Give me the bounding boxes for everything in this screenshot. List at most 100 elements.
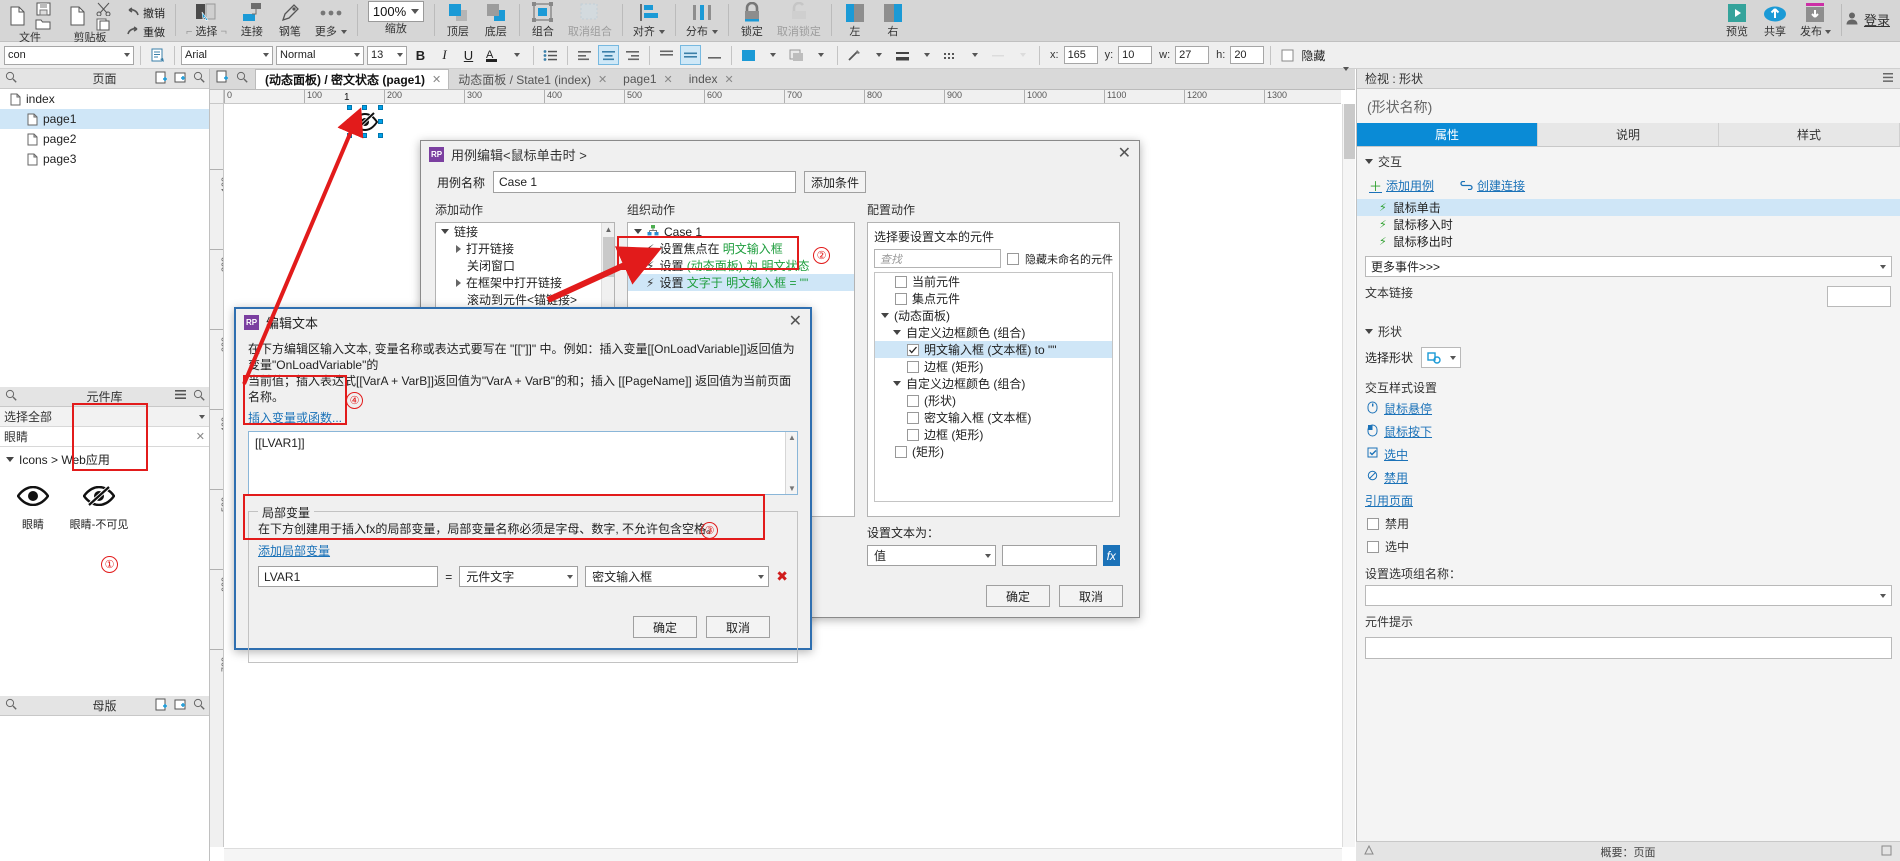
select-shape-button[interactable]	[1421, 347, 1462, 368]
add-master-icon[interactable]	[155, 698, 168, 714]
element-tree-item[interactable]: (动态面板)	[875, 307, 1112, 324]
shape-name-field[interactable]: (形状名称)	[1357, 89, 1900, 123]
publish-button[interactable]: 发布	[1794, 0, 1837, 42]
lock-icon[interactable]	[739, 1, 765, 25]
align-right-button[interactable]	[622, 45, 643, 65]
page-item-page1[interactable]: page1	[0, 109, 209, 129]
checkbox-icon[interactable]	[1367, 517, 1379, 530]
line-color-button[interactable]	[844, 45, 865, 65]
panel-left-icon[interactable]	[842, 1, 868, 25]
chevron-down-icon[interactable]	[410, 9, 419, 14]
fx-button[interactable]: fx	[1102, 545, 1120, 566]
chevron-down-icon[interactable]	[762, 45, 783, 65]
text-editor-area[interactable]: [[LVAR1]] ▲ ▼	[248, 431, 798, 495]
chevron-down-icon[interactable]	[340, 30, 347, 34]
create-link-link[interactable]: 创建连接	[1460, 177, 1525, 194]
page-item-page2[interactable]: page2	[0, 129, 209, 149]
scroll-down-icon[interactable]: ▼	[788, 484, 796, 493]
search-icon[interactable]	[5, 389, 17, 404]
action-tree-item[interactable]: 关闭窗口	[436, 257, 614, 274]
cut-page-icon[interactable]	[66, 5, 88, 27]
checkbox-icon[interactable]	[907, 428, 919, 441]
connector-icon[interactable]	[239, 1, 265, 25]
tab-index[interactable]: index ✕	[679, 69, 741, 89]
resize-handle-sw[interactable]	[347, 133, 352, 138]
master-search-icon[interactable]	[193, 698, 205, 714]
search-icon[interactable]	[5, 71, 17, 86]
canvas-selected-widget[interactable]	[347, 105, 383, 138]
canvas-vertical-scrollbar[interactable]	[1342, 104, 1355, 847]
page-item-index[interactable]: index	[0, 89, 209, 109]
x-input[interactable]: 165	[1063, 46, 1098, 64]
scroll-thumb[interactable]	[603, 237, 614, 277]
style-mouse-hover[interactable]: 鼠标悬停	[1357, 397, 1900, 420]
tab-properties[interactable]: 属性	[1357, 123, 1538, 146]
chevron-down-icon[interactable]	[1824, 30, 1831, 34]
checkbox-icon[interactable]	[895, 292, 907, 305]
element-search-input[interactable]: 查找	[874, 249, 1001, 268]
case-cancel-button[interactable]: 取消	[1059, 585, 1123, 607]
send-to-back-icon[interactable]	[483, 1, 509, 25]
add-folder-icon[interactable]	[174, 71, 187, 87]
fill-color-button[interactable]	[738, 45, 759, 65]
event-mouse-click[interactable]: ⚡ 鼠标单击	[1357, 199, 1900, 216]
chevron-down-icon[interactable]	[810, 45, 831, 65]
text-link-button[interactable]	[1827, 286, 1891, 307]
valign-top-button[interactable]	[656, 45, 677, 65]
text-cancel-button[interactable]: 取消	[706, 616, 770, 638]
resize-handle-e[interactable]	[378, 119, 383, 124]
more-events-select[interactable]: 更多事件>>>	[1365, 256, 1892, 277]
checkbox-icon[interactable]	[895, 445, 907, 458]
group-name-select[interactable]	[1365, 585, 1892, 606]
interaction-section-header[interactable]: 交互	[1357, 147, 1900, 173]
tab-notes[interactable]: 说明	[1538, 123, 1719, 146]
chevron-down-icon[interactable]	[506, 45, 527, 65]
selected-checkbox-row[interactable]: 选中	[1357, 535, 1900, 558]
add-local-variable-link[interactable]: 添加局部变量	[258, 542, 788, 559]
shape-section-header[interactable]: 形状	[1357, 317, 1900, 343]
hidden-checkbox[interactable]	[1277, 45, 1298, 65]
style-selected[interactable]: 选中	[1357, 443, 1900, 466]
search-icon[interactable]	[5, 698, 17, 713]
tab-overflow-chevron-icon[interactable]	[1343, 67, 1349, 85]
chevron-down-icon[interactable]	[758, 574, 765, 579]
panel-right-icon[interactable]	[880, 1, 906, 25]
chevron-down-icon[interactable]	[354, 53, 360, 57]
page-search-icon[interactable]	[193, 71, 205, 87]
resize-handle-n[interactable]	[362, 105, 367, 110]
chevron-down-icon[interactable]	[658, 30, 665, 34]
font-style-select[interactable]: Normal	[276, 45, 364, 65]
close-icon[interactable]: ✕	[432, 73, 441, 86]
w-input[interactable]: 27	[1175, 46, 1210, 64]
resize-handle-ne[interactable]	[378, 105, 383, 110]
editor-scrollbar[interactable]: ▲ ▼	[785, 432, 797, 494]
chevron-down-icon[interactable]	[199, 414, 205, 419]
scroll-up-icon[interactable]: ▲	[602, 223, 614, 236]
align-center-button[interactable]	[598, 45, 619, 65]
bring-to-front-icon[interactable]	[445, 1, 471, 25]
cloud-up-icon[interactable]	[1762, 1, 1788, 25]
clear-icon[interactable]: ✕	[196, 430, 205, 443]
event-mouse-enter[interactable]: ⚡ 鼠标移入时	[1357, 216, 1900, 233]
shadow-button[interactable]	[786, 45, 807, 65]
element-tree-item[interactable]: 自定义边框颜色 (组合)	[875, 375, 1112, 392]
action-tree-item[interactable]: 在框架中打开链接	[436, 274, 614, 291]
scroll-thumb[interactable]	[1344, 104, 1355, 159]
add-page-icon[interactable]	[155, 71, 168, 87]
undo-button[interactable]: 撤销	[126, 5, 165, 20]
font-size-select[interactable]: 13	[367, 45, 407, 65]
new-page-icon[interactable]	[6, 5, 28, 27]
element-tree-item[interactable]: 自定义边框颜色 (组合)	[875, 324, 1112, 341]
menu-icon[interactable]	[174, 389, 187, 404]
resize-handle-se[interactable]	[378, 133, 383, 138]
tab-dynamic-panel-plain-state[interactable]: (动态面板) / 密文状态 (page1) ✕	[255, 69, 450, 89]
checkbox-icon[interactable]	[907, 394, 919, 407]
canvas-horizontal-scrollbar[interactable]	[224, 848, 1342, 861]
chevron-down-icon[interactable]	[1880, 593, 1886, 598]
local-variable-target-select[interactable]: 密文输入框	[585, 566, 770, 587]
select-icon[interactable]	[192, 1, 220, 25]
tab-page1[interactable]: page1 ✕	[614, 69, 680, 89]
event-mouse-leave[interactable]: ⚡ 鼠标移出时	[1357, 233, 1900, 250]
open-folder-icon[interactable]	[32, 17, 54, 31]
chevron-down-icon[interactable]	[397, 53, 403, 57]
